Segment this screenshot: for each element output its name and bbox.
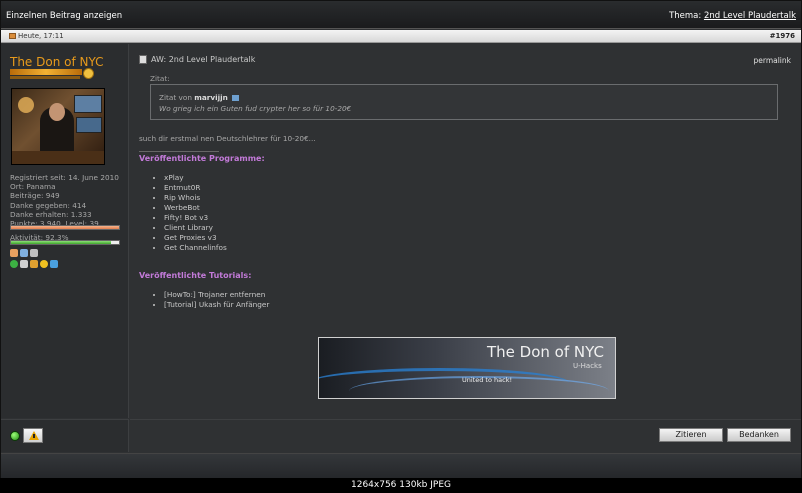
thanks-button[interactable]: Bedanken xyxy=(727,428,791,442)
tutorials-list: [HowTo:] Trojaner entfernen [Tutorial] U… xyxy=(156,290,269,310)
program-link[interactable]: Fifty! Bot v3 xyxy=(164,213,227,223)
banner-slogan: United to hack! xyxy=(462,376,513,384)
rank-badge xyxy=(10,69,82,75)
program-link[interactable]: Get Channelinfos xyxy=(164,243,227,253)
permalink-link[interactable]: permalink xyxy=(754,56,792,65)
tutorials-heading: Veröffentlichte Tutorials: xyxy=(139,271,252,280)
quote-button[interactable]: Zitieren xyxy=(659,428,723,442)
program-link[interactable]: Rip Whois xyxy=(164,193,227,203)
header-bar: Einzelnen Beitrag anzeigen Thema: 2nd Le… xyxy=(1,1,801,29)
globe-award-icon[interactable] xyxy=(50,260,58,268)
post-document-icon xyxy=(139,55,147,64)
figure-award-icon[interactable] xyxy=(20,260,28,268)
footer-bar xyxy=(1,453,801,478)
banner-subtitle: U-Hacks xyxy=(573,362,602,370)
quote-attribution: Zitat von marvijjn xyxy=(159,93,240,102)
report-post-button[interactable] xyxy=(23,428,43,443)
program-link[interactable]: Client Library xyxy=(164,223,227,233)
post-date-bar: Heute, 17:11 #1976 xyxy=(1,30,801,43)
quote-label: Zitat: xyxy=(150,74,170,83)
quote-text: Wo grieg ich ein Guten fud crypter her s… xyxy=(159,104,352,113)
image-caption: 1264x756 130kb JPEG xyxy=(0,478,802,493)
user-sidebar: The Don of NYC Registriert seit: 14. Jun… xyxy=(1,44,129,418)
program-link[interactable]: Get Proxies v3 xyxy=(164,233,227,243)
rank-badge-subline xyxy=(10,76,80,79)
username-link[interactable]: The Don of NYC xyxy=(10,55,104,69)
page-title: Einzelnen Beitrag anzeigen xyxy=(6,11,123,21)
post-message: such dir erstmal nen Deutschlehrer für 1… xyxy=(139,134,316,143)
tutorial-link[interactable]: [HowTo:] Trojaner entfernen xyxy=(164,290,269,300)
calendar-award-icon[interactable] xyxy=(20,249,28,257)
view-post-arrow-icon[interactable] xyxy=(232,95,240,101)
avatar[interactable] xyxy=(11,88,105,165)
banner-title: The Don of NYC xyxy=(487,343,604,361)
stat-registered: Registriert seit: 14. June 2010 xyxy=(10,173,119,182)
post-number-link[interactable]: #1976 xyxy=(770,32,795,40)
stat-posts: Beiträge: 949 xyxy=(10,191,60,201)
post-actions: Zitieren Bedanken xyxy=(130,419,801,452)
user-actions xyxy=(1,419,129,452)
medal-award-icon[interactable] xyxy=(30,260,38,268)
rank-smiley-icon xyxy=(83,68,94,79)
activity-progress-bar xyxy=(10,240,120,245)
level-progress-fill xyxy=(11,226,119,229)
signature-divider xyxy=(139,151,219,152)
member-award-icon[interactable] xyxy=(30,249,38,257)
user-stats: Registriert seit: 14. June 2010 Ort: Pan… xyxy=(10,173,122,228)
smiley-award-icon[interactable] xyxy=(40,260,48,268)
clover-award-icon[interactable] xyxy=(10,260,18,268)
window-frame: Einzelnen Beitrag anzeigen Thema: 2nd Le… xyxy=(0,0,802,478)
stat-thanks-given: Danke gegeben: 414 xyxy=(10,200,87,210)
thread-info: Thema: 2nd Level Plaudertalk xyxy=(669,11,796,21)
post-date-text: Heute, 17:11 xyxy=(18,32,64,40)
award-icons-row-1 xyxy=(10,249,38,257)
post-content: AW: 2nd Level Plaudertalk permalink Zita… xyxy=(130,44,801,418)
user-award-icon[interactable] xyxy=(10,249,18,257)
programs-list: xPlay Entmut0R Rip Whois WerbeBot Fifty!… xyxy=(156,173,227,253)
tutorial-link[interactable]: [Tutorial] Ukash für Anfänger xyxy=(164,300,269,310)
program-link[interactable]: WerbeBot xyxy=(164,203,227,213)
activity-progress-fill xyxy=(11,241,111,244)
post-date: Heute, 17:11 xyxy=(9,32,64,40)
stat-location: Ort: Panama xyxy=(10,182,56,192)
signature-banner[interactable]: The Don of NYC U-Hacks United to hack! xyxy=(318,337,616,399)
quote-box: Zitat von marvijjn Wo grieg ich ein Gute… xyxy=(150,84,778,120)
thread-link[interactable]: 2nd Level Plaudertalk xyxy=(704,11,796,21)
post-status-icon xyxy=(9,33,16,39)
stat-thanks-received: Danke erhalten: 1.333 xyxy=(10,209,92,219)
program-link[interactable]: Entmut0R xyxy=(164,183,227,193)
level-progress-bar xyxy=(10,225,120,230)
online-status-icon xyxy=(10,431,20,441)
post-title: AW: 2nd Level Plaudertalk xyxy=(151,55,256,64)
quote-by-prefix: Zitat von xyxy=(159,93,192,102)
award-icons-row-2 xyxy=(10,260,58,268)
thread-prefix: Thema: xyxy=(669,11,702,21)
program-link[interactable]: xPlay xyxy=(164,173,227,183)
programs-heading: Veröffentlichte Programme: xyxy=(139,154,265,163)
quote-author: marvijjn xyxy=(194,93,228,102)
